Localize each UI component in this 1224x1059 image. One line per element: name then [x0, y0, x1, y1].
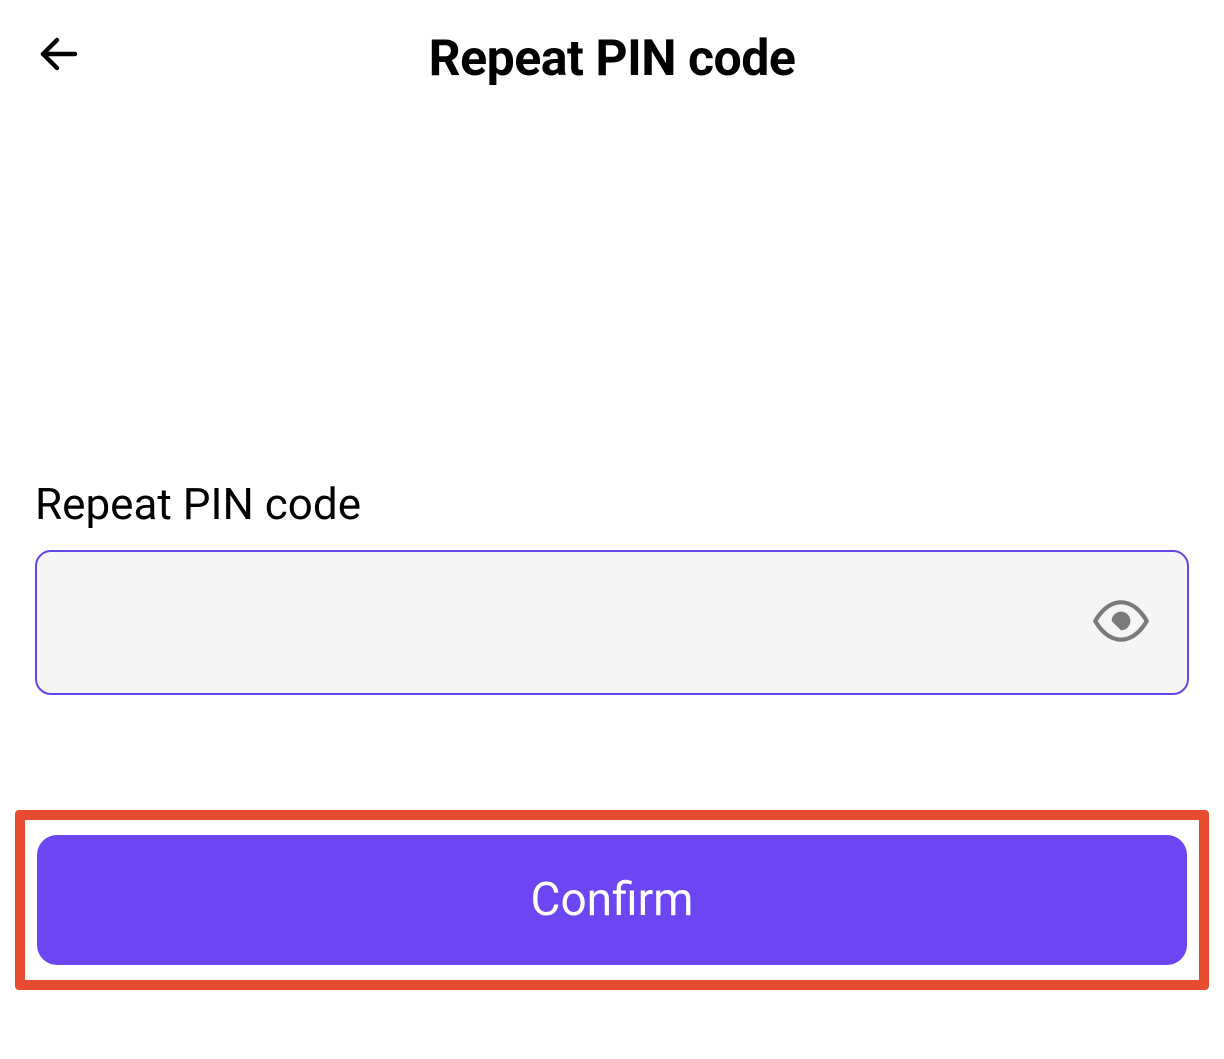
confirm-button-highlight: Confirm [15, 810, 1209, 990]
pin-field-label: Repeat PIN code [35, 478, 1189, 530]
toggle-visibility-button[interactable] [1093, 593, 1149, 653]
header: Repeat PIN code [0, 0, 1224, 118]
pin-input-wrapper [35, 550, 1189, 695]
eye-icon [1093, 593, 1149, 653]
arrow-left-icon [35, 30, 83, 82]
pin-input[interactable] [35, 550, 1189, 695]
back-button[interactable] [35, 30, 83, 82]
content: Repeat PIN code [0, 478, 1224, 695]
confirm-button[interactable]: Confirm [37, 835, 1187, 965]
page-title: Repeat PIN code [35, 30, 1189, 88]
